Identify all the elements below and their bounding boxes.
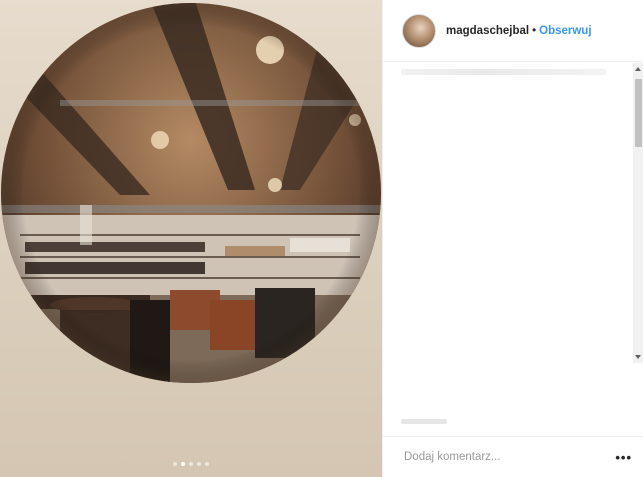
add-comment-bar: •••: [383, 436, 643, 477]
carousel-dot-active[interactable]: [181, 462, 185, 466]
username-link[interactable]: magdaschejbal: [446, 25, 529, 37]
carousel-dot[interactable]: [205, 462, 209, 466]
interior-photo-illustration: [1, 3, 381, 383]
post-side-panel: magdaschejbal • Obserwuj •••: [382, 0, 643, 477]
comment-input[interactable]: [402, 450, 596, 464]
comments-scrollbar[interactable]: [633, 63, 643, 363]
more-options-icon[interactable]: •••: [615, 450, 632, 465]
scroll-up-arrow-icon[interactable]: [635, 67, 641, 71]
carousel-indicator: [0, 462, 382, 466]
carousel-dot[interactable]: [189, 462, 193, 466]
scroll-thumb[interactable]: [635, 79, 642, 147]
faded-timestamp: [401, 419, 447, 424]
carousel-dot[interactable]: [173, 462, 177, 466]
separator-dot: •: [532, 24, 537, 37]
follow-button[interactable]: Obserwuj: [539, 25, 591, 37]
avatar[interactable]: [402, 13, 436, 48]
faded-caption-text: [401, 69, 606, 75]
comments-area: [383, 63, 634, 435]
post-header: magdaschejbal • Obserwuj: [383, 0, 643, 62]
carousel-dot[interactable]: [197, 462, 201, 466]
scroll-down-arrow-icon[interactable]: [635, 355, 641, 359]
post-photo[interactable]: [0, 0, 382, 477]
